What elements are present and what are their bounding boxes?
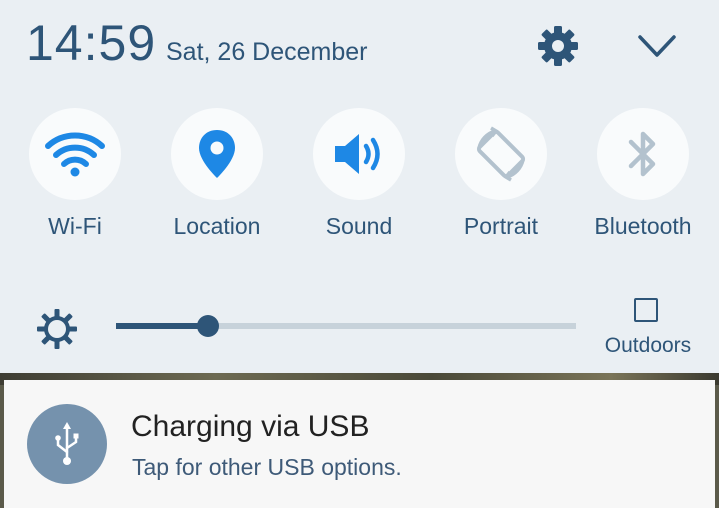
quick-panel: 14:59 Sat, 26 December Wi-Fi Location So… xyxy=(0,0,719,373)
tile-portrait-button[interactable] xyxy=(455,108,547,200)
location-pin-icon xyxy=(199,130,235,178)
tile-portrait[interactable]: Portrait xyxy=(430,108,572,248)
rotate-icon xyxy=(476,126,526,182)
gear-icon[interactable] xyxy=(536,24,580,68)
tile-location-label: Location xyxy=(173,213,261,239)
tile-portrait-label: Portrait xyxy=(463,213,539,239)
tile-location-button[interactable] xyxy=(171,108,263,200)
speaker-icon xyxy=(335,134,380,174)
brightness-icon xyxy=(37,309,77,349)
usb-icon-circle xyxy=(27,404,107,484)
wifi-icon xyxy=(45,132,105,177)
clock: 14:59 xyxy=(26,15,157,71)
outdoors-label: Outdoors xyxy=(604,334,692,357)
notification-card[interactable]: Charging via USB Tap for other USB optio… xyxy=(4,380,715,508)
chevron-down-icon[interactable] xyxy=(634,26,680,66)
quick-settings-row: Wi-Fi Location Sound Portrait Bluetooth xyxy=(0,108,719,248)
tile-bluetooth-label: Bluetooth xyxy=(594,213,692,239)
usb-icon xyxy=(55,422,79,465)
tile-bluetooth[interactable]: Bluetooth xyxy=(572,108,714,248)
brightness-slider-fill xyxy=(116,323,208,329)
outdoors-checkbox[interactable] xyxy=(634,298,658,322)
tile-sound[interactable]: Sound xyxy=(288,108,430,248)
tile-location[interactable]: Location xyxy=(146,108,288,248)
tile-wifi-label: Wi-Fi xyxy=(48,213,102,239)
tile-wifi-button[interactable] xyxy=(29,108,121,200)
date-label: Sat, 26 December xyxy=(166,38,368,66)
tile-sound-button[interactable] xyxy=(313,108,405,200)
notification-subtitle: Tap for other USB options. xyxy=(132,454,402,480)
bluetooth-icon xyxy=(628,131,656,177)
notification-title: Charging via USB xyxy=(131,410,370,443)
brightness-slider-thumb[interactable] xyxy=(197,315,219,337)
tile-sound-label: Sound xyxy=(325,213,393,239)
tile-wifi[interactable]: Wi-Fi xyxy=(4,108,146,248)
tile-bluetooth-button[interactable] xyxy=(597,108,689,200)
